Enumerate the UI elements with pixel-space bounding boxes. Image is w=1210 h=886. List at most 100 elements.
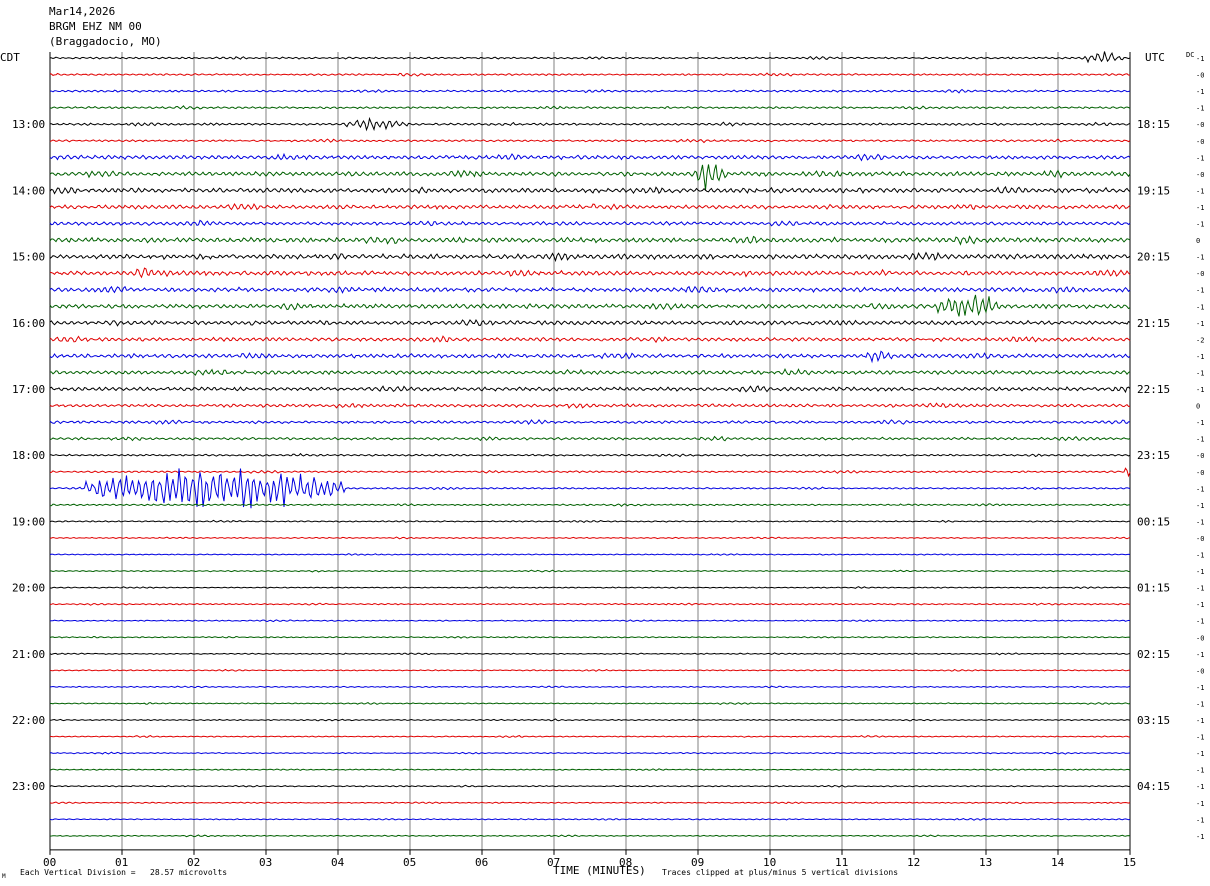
trace-row [49,784,1131,788]
right-timezone-label: UTC [1145,51,1165,64]
x-tick-label: 12 [907,856,920,869]
trace-row [49,219,1131,227]
dc-offset-label: -0 [1196,667,1204,675]
trace-row [49,350,1131,364]
dc-offset-label: -1 [1196,518,1204,526]
dc-offset-label: -0 [1196,452,1204,460]
right-hour-label: 00:15 [1137,515,1170,528]
dc-offset-label: -1 [1196,618,1204,626]
dc-offset-label: -1 [1196,204,1204,212]
trace-row [49,619,1131,623]
dc-offset-label: -1 [1196,734,1204,742]
dc-offset-label: -1 [1196,287,1204,295]
dc-offset-label: -1 [1196,221,1204,229]
x-tick-label: 14 [1051,856,1065,869]
dc-offset-label: -1 [1196,436,1204,444]
trace-row [49,768,1131,771]
dc-offset-label: 0 [1196,237,1200,245]
trace-row [49,536,1131,540]
left-hour-label: 23:00 [12,780,45,793]
left-hour-label: 17:00 [12,383,45,396]
left-hour-label: 16:00 [12,317,45,330]
dc-offset-label: -0 [1196,72,1204,80]
right-hour-label: 01:15 [1137,582,1170,595]
x-tick-label: 15 [1123,856,1136,869]
trace-row [49,185,1131,195]
right-hour-label: 19:15 [1137,184,1170,197]
trace-row [50,116,1131,132]
x-tick-label: 13 [979,856,992,869]
division-note: Each Vertical Division = 28.57 microvolt… [20,868,227,877]
x-tick-label: 02 [187,856,200,869]
trace-row [49,164,1131,191]
dc-offset-label: -1 [1196,585,1204,593]
right-hour-label: 23:15 [1137,449,1170,462]
x-tick-label: 05 [403,856,416,869]
trace-row [49,202,1131,211]
trace-row [49,702,1131,705]
right-hour-label: 02:15 [1137,648,1170,661]
right-hour-label: 04:15 [1137,780,1170,793]
right-hour-label: 22:15 [1137,383,1170,396]
left-hour-label: 22:00 [12,714,45,727]
dc-offset-label: -1 [1196,88,1204,96]
dc-offset-label: -1 [1196,320,1204,328]
trace-row [49,419,1131,425]
trace-row [49,553,1131,556]
trace-row [49,817,1131,821]
dc-offset-label: -1 [1196,419,1204,427]
dc-offset-label: -1 [1196,303,1204,311]
trace-row [49,152,1131,162]
trace-row [49,435,1131,442]
x-tick-label: 11 [835,856,848,869]
dc-offset-label: -1 [1196,800,1204,808]
dc-offset-label: -1 [1196,833,1204,841]
trace-row [49,72,1131,77]
dc-offset-label: -1 [1196,750,1204,758]
trace-row [49,138,1131,144]
x-tick-label: 00 [43,856,56,869]
x-tick-label: 06 [475,856,488,869]
left-hour-label: 18:00 [12,449,45,462]
trace-row [49,668,1131,672]
left-hour-label: 13:00 [12,118,45,131]
dc-offset-label: -1 [1196,485,1204,493]
left-hour-label: 15:00 [12,251,45,264]
dc-offset-label: -1 [1196,502,1204,510]
trace-row [49,468,1131,509]
dc-offset-label: -0 [1196,121,1204,129]
trace-row [49,285,1131,294]
trace-row [49,368,1131,376]
trace-row [49,635,1131,639]
dc-offset-label: -1 [1196,187,1204,195]
dc-offset-label: -1 [1196,386,1204,394]
trace-row [49,235,1131,246]
dc-offset-label: -1 [1196,816,1204,824]
dc-offset-label: -1 [1196,767,1204,775]
axis-labels: 00 01 02 03 04 05 06 07 08 09 10 11 12 13 14 1513:0014:… [12,55,1204,869]
dc-offset-label: -1 [1196,55,1204,63]
trace-row [49,685,1131,689]
dc-offset-label: -0 [1196,535,1204,543]
trace-row [49,105,1131,110]
dc-offset-label: -1 [1196,369,1204,377]
trace-row [49,519,1131,523]
trace-row [49,402,1131,409]
trace-row [49,452,1131,458]
dc-offset-label: -1 [1196,783,1204,791]
dc-offset-label: -1 [1196,154,1204,162]
trace-row [49,294,1131,317]
trace-row [49,602,1131,606]
seismic-traces [49,51,1131,838]
trace-row [49,751,1131,755]
helicorder-plot: 00 01 02 03 04 05 06 07 08 09 10 11 12 13 14 1513:0014:… [0,51,1204,880]
dc-offset-label: -1 [1196,254,1204,262]
right-hour-label: 03:15 [1137,714,1170,727]
x-tick-label: 09 [691,856,704,869]
x-tick-label: 10 [763,856,776,869]
trace-row [49,267,1131,279]
dc-offset-label: -0 [1196,469,1204,477]
trace-row [49,801,1131,805]
left-hour-label: 19:00 [12,515,45,528]
left-hour-label: 14:00 [12,184,45,197]
